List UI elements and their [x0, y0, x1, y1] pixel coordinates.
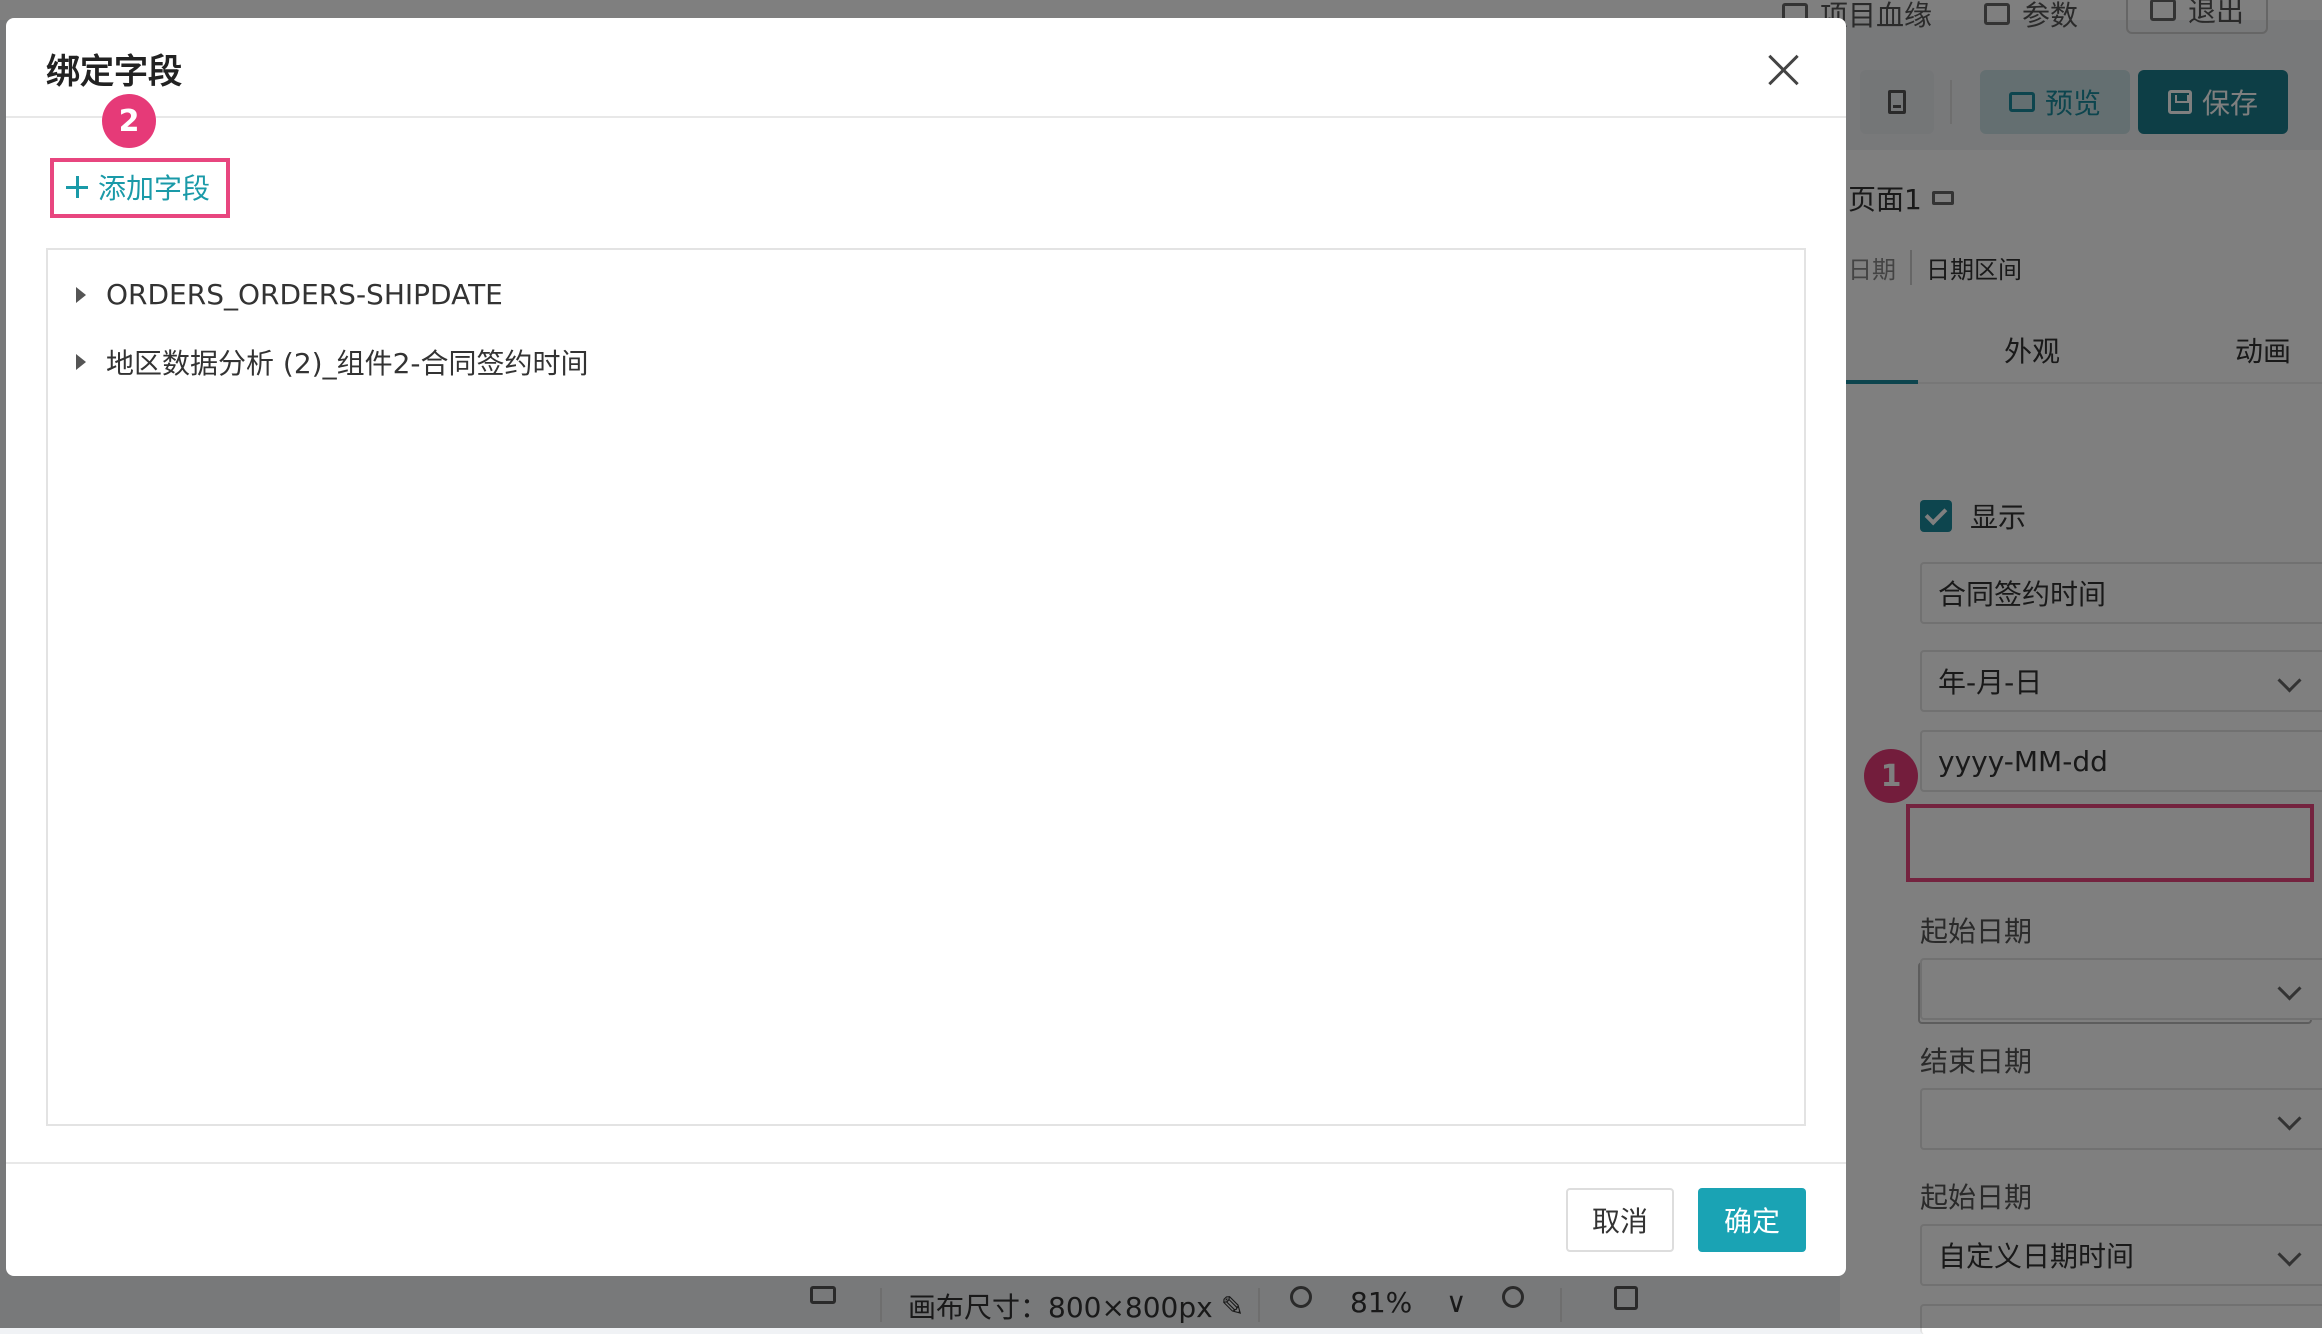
- tree-item[interactable]: 地区数据分析 (2)_组件2-合同签约时间: [76, 342, 588, 382]
- cancel-button[interactable]: 取消: [1566, 1188, 1674, 1252]
- bind-field-dialog: 绑定字段 添加字段 ORDERS_ORDERS-SHIPDATE 地区数据分析 …: [6, 18, 1846, 1276]
- close-icon[interactable]: [1762, 48, 1806, 92]
- tree-item[interactable]: ORDERS_ORDERS-SHIPDATE: [76, 278, 503, 311]
- footer-divider: [6, 1162, 1846, 1164]
- field-tree: ORDERS_ORDERS-SHIPDATE 地区数据分析 (2)_组件2-合同…: [46, 248, 1806, 1126]
- header-divider: [6, 116, 1846, 118]
- confirm-button[interactable]: 确定: [1698, 1188, 1806, 1252]
- dialog-title: 绑定字段: [46, 52, 182, 92]
- caret-right-icon[interactable]: [76, 354, 86, 370]
- step-badge-2: 2: [102, 94, 156, 148]
- caret-right-icon[interactable]: [76, 286, 86, 303]
- highlight-box-2: [50, 158, 230, 218]
